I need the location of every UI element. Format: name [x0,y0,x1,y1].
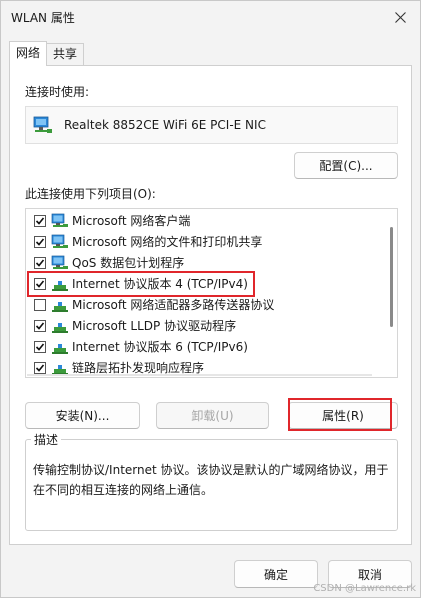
checkbox[interactable] [34,256,46,269]
list-item[interactable]: Internet 协议版本 6 (TCP/IPv6) [26,336,376,357]
checkbox[interactable] [34,298,46,311]
check-icon [35,279,45,288]
list-item[interactable]: Microsoft LLDP 协议驱动程序 [26,315,376,336]
install-button[interactable]: 安装(N)... [25,402,140,429]
list-item[interactable]: QoS 数据包计划程序 [26,252,376,273]
item-label: QoS 数据包计划程序 [72,256,185,270]
check-icon [35,321,45,330]
tab-sharing[interactable]: 共享 [46,43,85,65]
checkbox[interactable] [34,277,46,290]
connect-using-label: 连接时使用: [25,85,90,99]
tab-strip: 网络 共享 [9,41,85,66]
check-icon [35,237,45,246]
window-title: WLAN 属性 [11,11,75,25]
check-icon [35,258,45,267]
item-label: Microsoft 网络适配器多路传送器协议 [72,298,275,312]
adapter-name: Realtek 8852CE WiFi 6E PCI-E NIC [64,118,266,132]
ok-button[interactable]: 确定 [234,560,318,588]
network-client-icon [51,255,68,269]
list-item[interactable]: Microsoft 网络客户端 [26,210,376,231]
tab-network[interactable]: 网络 [9,41,48,66]
check-icon [35,363,45,372]
list-item[interactable]: Internet 协议版本 4 (TCP/IPv4) [26,273,376,294]
item-label: Microsoft 网络的文件和打印机共享 [72,235,263,249]
configure-button[interactable]: 配置(C)... [294,152,398,179]
tab-panel-network: 连接时使用: Realtek 8852CE WiFi 6E PCI-E NIC … [9,65,412,545]
title-bar[interactable]: WLAN 属性 [1,1,420,35]
protocol-icon [52,343,68,354]
protocol-icon [52,280,68,291]
checkbox[interactable] [34,361,46,374]
description-title: 描述 [31,431,62,448]
item-label: Internet 协议版本 4 (TCP/IPv4) [72,277,248,291]
components-list[interactable]: Microsoft 网络客户端 Microsoft 网络的文件和打印机共享 Qo… [25,208,398,378]
properties-dialog: WLAN 属性 网络 共享 连接时使用: Realtek 8852CE WiFi… [0,0,421,598]
horizontal-scroll-track [27,374,372,376]
network-adapter-icon [33,116,52,133]
protocol-icon [52,301,68,312]
uninstall-button[interactable]: 卸载(U) [156,402,269,429]
close-button[interactable] [386,5,414,29]
item-label: Internet 协议版本 6 (TCP/IPv6) [72,340,248,354]
list-item[interactable]: Microsoft 网络适配器多路传送器协议 [26,294,376,315]
check-icon [35,216,45,225]
check-icon [35,342,45,351]
close-icon [394,11,406,23]
properties-button[interactable]: 属性(R) [288,402,398,429]
checkbox[interactable] [34,340,46,353]
item-label: Microsoft LLDP 协议驱动程序 [72,319,237,333]
protocol-icon [52,322,68,333]
list-item[interactable]: Microsoft 网络的文件和打印机共享 [26,231,376,252]
network-client-icon [51,213,68,227]
description-group: 描述 传输控制协议/Internet 协议。该协议是默认的广域网络协议，用于在不… [25,431,398,531]
checkbox[interactable] [34,214,46,227]
list-scrollbar[interactable] [390,227,393,327]
description-text: 传输控制协议/Internet 协议。该协议是默认的广域网络协议，用于在不同的相… [33,463,389,497]
watermark: CSDN @Lawrence.rk [313,583,416,594]
checkbox[interactable] [34,319,46,332]
network-client-icon [51,234,68,248]
adapter-display: Realtek 8852CE WiFi 6E PCI-E NIC [25,106,398,144]
checkbox[interactable] [34,235,46,248]
items-label: 此连接使用下列项目(O): [25,187,156,201]
item-label: Microsoft 网络客户端 [72,214,191,228]
